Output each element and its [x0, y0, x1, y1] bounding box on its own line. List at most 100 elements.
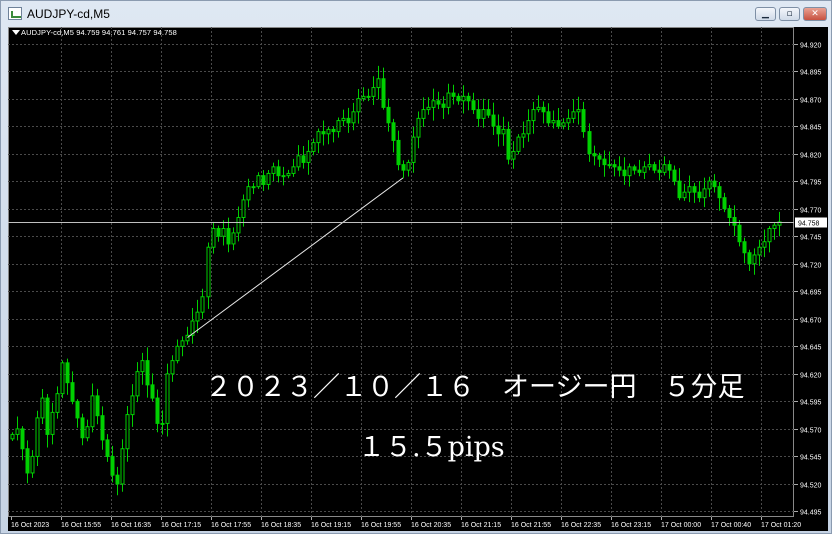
candle-body-down [75, 400, 80, 419]
candle-body-up [627, 166, 632, 177]
candle-body-up [120, 448, 125, 485]
candle-body-up [195, 311, 200, 322]
candle-body-up [531, 109, 536, 122]
x-tick-label: 16 Oct 18:35 [261, 522, 301, 529]
candle-body-up [291, 166, 296, 174]
candle-body-down [381, 78, 386, 108]
candle-body-up [561, 122, 566, 127]
candle-body-up [647, 164, 652, 168]
candle-body-down [331, 128, 336, 133]
candle-body-down [597, 155, 602, 160]
close-button[interactable]: ✕ [803, 7, 827, 21]
candle-body-up [356, 98, 361, 113]
candle-body-up [55, 393, 60, 413]
candle-body-down [717, 186, 722, 199]
candle-body-up [326, 128, 331, 135]
candle-body-down [556, 120, 561, 127]
candle-body-down [80, 417, 85, 439]
candle-body-down [587, 131, 592, 155]
candle-body-down [632, 166, 637, 171]
candle-body-down [466, 95, 471, 102]
candle-body-down [276, 166, 281, 177]
candle-body-down [637, 169, 642, 173]
candle-body-up [431, 100, 436, 108]
maximize-button[interactable]: ▫ [779, 7, 800, 21]
price-chart[interactable]: 94.920 94.895 94.870 94.845 94.820 94.795 94.7… [8, 27, 828, 531]
candle-body-up [35, 417, 40, 457]
candle-body-up [406, 161, 411, 171]
y-tick-label: 94.645 [800, 345, 822, 352]
candle-body-up [316, 131, 321, 144]
y-tick-label: 94.720 [800, 263, 822, 270]
x-tick-label: 16 Oct 21:15 [461, 522, 501, 529]
chart-info-label: AUDJPY-cd,M5 94.759 94.761 94.757 94.758 [21, 28, 177, 37]
candle-body-down [321, 131, 326, 135]
candle-body-up [15, 428, 20, 435]
candle-body-down [70, 382, 75, 402]
candle-body-down [100, 415, 105, 441]
y-tick-label: 94.845 [800, 125, 822, 132]
candle-body-down [301, 155, 306, 163]
candle-body-down [145, 360, 150, 386]
candle-body-down [471, 100, 476, 111]
candle-body-up [336, 120, 341, 133]
x-tick-label: 17 Oct 01:20 [761, 522, 801, 529]
candle-body-down [541, 106, 546, 113]
candle-body-down [697, 191, 702, 199]
chart-menu-arrow-icon[interactable] [12, 30, 20, 35]
candle-body-up [221, 228, 226, 237]
candle-body-down [476, 109, 481, 119]
annotation-pips: １５.５pips [358, 432, 505, 463]
candle-body-down [712, 180, 717, 188]
candle-body-down [346, 117, 351, 124]
bid-price-label: 94.758 [798, 221, 820, 228]
candle-body-up [341, 117, 346, 122]
candle-body-up [10, 433, 15, 440]
candle-body-up [206, 246, 211, 298]
candle-body-up [165, 373, 170, 424]
trendline [187, 177, 404, 338]
candle-body-up [762, 241, 767, 248]
x-tick-label: 16 Oct 15:55 [61, 522, 101, 529]
candle-body-up [516, 136, 521, 152]
candle-body-down [396, 139, 401, 166]
candle-body-up [286, 172, 291, 177]
candle-body-up [351, 111, 356, 124]
candle-body-down [672, 169, 677, 182]
candle-body-down [732, 216, 737, 226]
x-tick-label: 16 Oct 20:35 [411, 522, 451, 529]
candle-body-down [216, 228, 221, 237]
candle-body-down [45, 397, 50, 435]
candle-body-up [40, 397, 45, 419]
minimize-button[interactable]: ▁ [755, 7, 776, 21]
y-tick-label: 94.570 [800, 428, 822, 435]
candle-body-up [130, 395, 135, 416]
candle-body-up [140, 360, 145, 373]
candle-body-down [652, 164, 657, 171]
candle-body-up [175, 345, 180, 362]
candle-body-down [391, 122, 396, 141]
candle-body-up [757, 246, 762, 256]
x-tick-label: 16 Oct 19:15 [311, 522, 351, 529]
candle-body-up [707, 180, 712, 190]
candle-body-up [576, 109, 581, 113]
candle-body-down [95, 395, 100, 417]
candle-body-down [25, 448, 30, 474]
y-tick-label: 94.695 [800, 290, 822, 297]
candle-body-up [571, 111, 576, 119]
candle-body-up [767, 228, 772, 243]
candle-body-up [85, 426, 90, 439]
x-tick-label: 16 Oct 2023 [11, 522, 49, 529]
candle-body-up [266, 172, 271, 185]
y-tick-label: 94.895 [800, 70, 822, 77]
candle-body-up [311, 142, 316, 152]
candle-body-up [371, 87, 376, 97]
candle-body-down [401, 164, 406, 171]
candle-body-up [446, 92, 451, 108]
x-tick-label: 16 Oct 17:15 [161, 522, 201, 529]
candle-body-down [150, 384, 155, 399]
candle-body-down [747, 252, 752, 265]
candle-body-up [60, 362, 65, 395]
candle-body-up [662, 164, 667, 173]
title-bar[interactable]: AUDJPY-cd,M5 ▁ ▫ ✕ [1, 1, 831, 27]
